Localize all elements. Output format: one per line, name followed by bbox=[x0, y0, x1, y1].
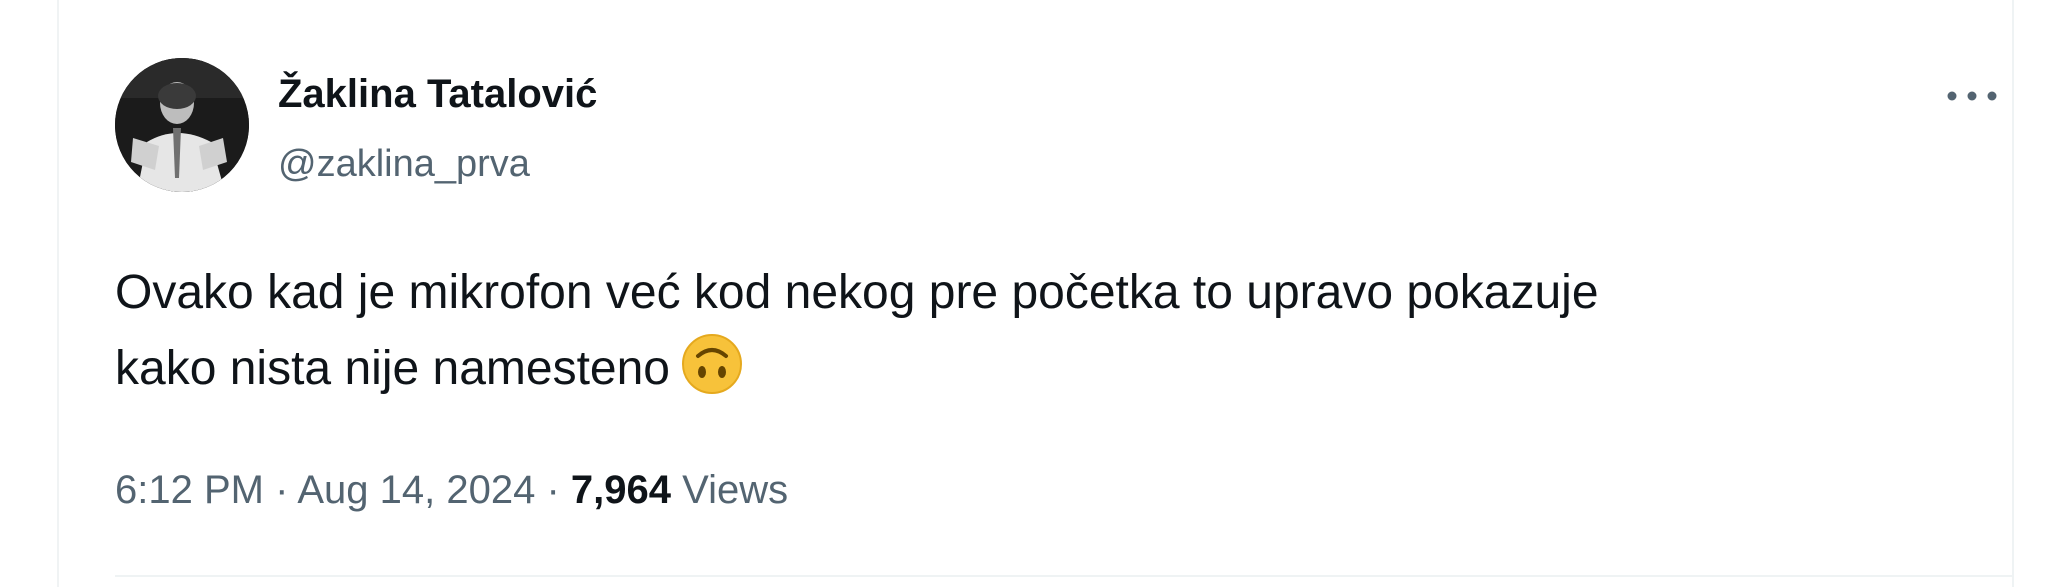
views-label: Views bbox=[682, 468, 789, 512]
author-handle[interactable]: @zaklina_prva bbox=[278, 141, 530, 187]
meta-separator: · bbox=[275, 468, 289, 512]
avatar-photo bbox=[115, 58, 249, 192]
tweet-text-line-2: kako nista nije namesteno bbox=[115, 342, 670, 395]
timeline-right-border bbox=[2012, 0, 2014, 587]
upside-down-face-emoji-icon bbox=[682, 334, 742, 394]
tweet-divider bbox=[115, 575, 2012, 577]
views-count: 7,964 bbox=[570, 468, 672, 512]
tweet-metadata: 6:12 PM · Aug 14, 2024 · 7,964 Views bbox=[115, 462, 788, 518]
author-display-name[interactable]: Žaklina Tatalović bbox=[278, 70, 597, 118]
meta-separator: · bbox=[546, 468, 560, 512]
tweet-text-line-1: Ovako kad je mikrofon već kod nekog pre … bbox=[115, 266, 1599, 319]
tweet-text-line-2-wrap: kako nista nije namesteno bbox=[115, 331, 1975, 407]
author-avatar[interactable] bbox=[115, 58, 249, 192]
more-dots-icon bbox=[1947, 91, 1997, 101]
tweet-page: Žaklina Tatalović @zaklina_prva Ovako ka… bbox=[0, 0, 2048, 587]
timeline-left-border bbox=[57, 0, 59, 587]
tweet-date[interactable]: Aug 14, 2024 bbox=[297, 468, 535, 512]
tweet-text: Ovako kad je mikrofon već kod nekog pre … bbox=[115, 255, 1975, 407]
tweet-time[interactable]: 6:12 PM bbox=[115, 468, 264, 512]
views-link[interactable]: 7,964 Views bbox=[571, 468, 788, 512]
more-options-button[interactable] bbox=[1942, 72, 2002, 120]
